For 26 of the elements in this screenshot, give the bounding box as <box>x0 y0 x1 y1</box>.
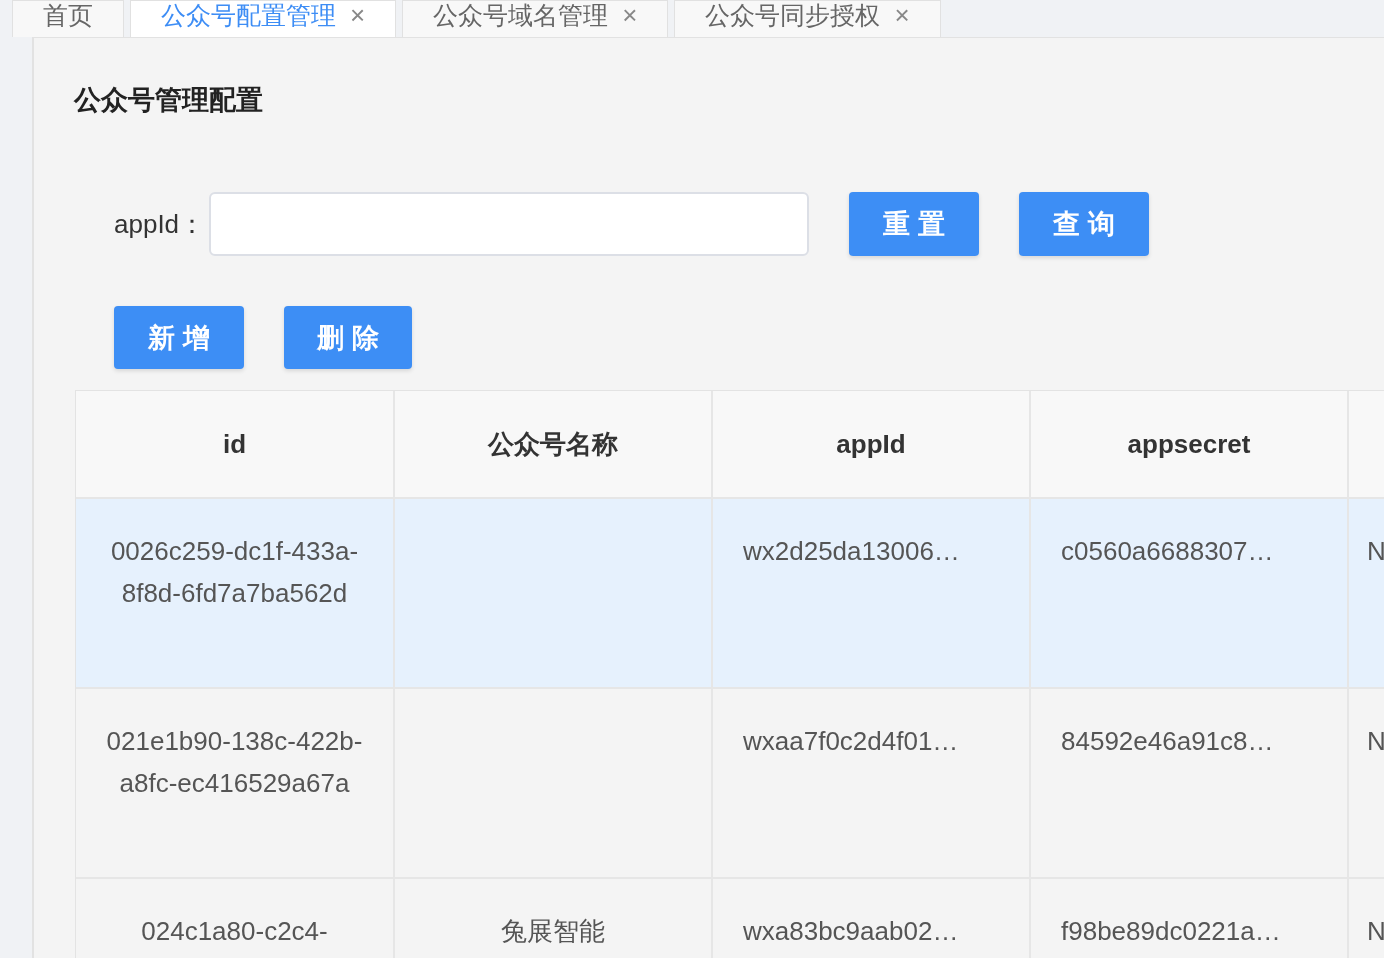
reset-button[interactable]: 重 置 <box>849 192 980 256</box>
search-button[interactable]: 查 询 <box>1019 192 1150 256</box>
page-title: 公众号管理配置 <box>72 84 264 117</box>
close-icon[interactable]: × <box>894 1 910 35</box>
column-header: appsecret <box>1030 391 1348 498</box>
add-button[interactable]: 新 增 <box>114 306 244 369</box>
input-field[interactable] <box>209 192 810 256</box>
table-row[interactable]: 021e1b90-138c-422b-a8fc-ec416529a67a wxaa7f0c2d4f01… 84592e46a91c8… N <box>76 688 1384 878</box>
table-cell: f98be89dc0221a… <box>1030 878 1348 958</box>
column-header: appId <box>712 391 1030 498</box>
column-header: 公众号名称 <box>394 391 712 498</box>
table-cell: 024c1a80-c2c4- <box>76 878 394 958</box>
close-icon[interactable]: × <box>622 1 638 35</box>
tab[interactable]: 公众号域名管理 × <box>402 0 669 37</box>
column-header: id <box>76 391 394 498</box>
tab[interactable]: 公众号同步授权 × <box>674 0 941 37</box>
delete-button[interactable]: 删 除 <box>284 306 412 369</box>
table-cell: wxa83bc9aab02… <box>712 878 1030 958</box>
table-cell: N <box>1348 878 1384 958</box>
tab[interactable]: 公众号配置管理 × <box>130 0 397 37</box>
table-cell: 兔展智能 <box>394 878 712 958</box>
close-icon[interactable]: × <box>350 1 366 35</box>
table-row[interactable]: 024c1a80-c2c4- 兔展智能 wxa83bc9aab02… f98be89dc0221a… N <box>76 878 1384 958</box>
table-row[interactable]: 0026c259-dc1f-433a-8f8d-6fd7a7ba562d wx2d25da13006… c0560a6688307… N <box>76 498 1384 688</box>
tab[interactable]: 首页 <box>12 0 124 37</box>
field-label: appId： <box>114 207 206 241</box>
